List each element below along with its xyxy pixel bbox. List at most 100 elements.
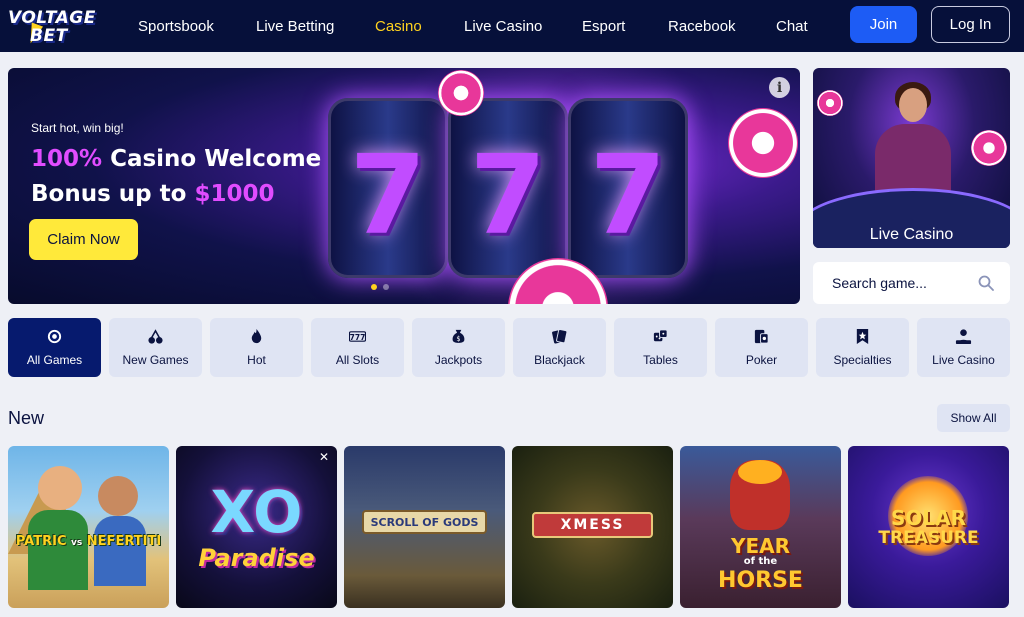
dealer-icon bbox=[955, 329, 972, 345]
category-label: All Games bbox=[26, 353, 83, 367]
category-jackpots[interactable]: $ Jackpots bbox=[412, 318, 505, 377]
bookmark-star-icon bbox=[856, 328, 869, 345]
game-title: TREASURE bbox=[878, 528, 979, 548]
hero-title: 100% Casino Welcome Bonus up to $1000 bbox=[31, 142, 321, 212]
character-head bbox=[38, 466, 82, 510]
game-card-xmess[interactable]: XMESS bbox=[512, 446, 673, 608]
live-casino-label: Live Casino bbox=[869, 226, 954, 243]
svg-text:$: $ bbox=[456, 335, 460, 343]
carousel-dot[interactable] bbox=[383, 284, 389, 290]
category-label: Blackjack bbox=[534, 353, 585, 367]
game-title: NEFERTITI bbox=[86, 534, 162, 549]
info-icon[interactable]: i bbox=[769, 77, 790, 98]
nav-live-betting[interactable]: Live Betting bbox=[256, 18, 334, 35]
game-title: of the bbox=[743, 556, 778, 567]
category-specialties[interactable]: Specialties bbox=[816, 318, 909, 377]
hero-title-mid: Casino Welcome bbox=[102, 146, 322, 172]
category-label: New Games bbox=[122, 353, 189, 367]
login-button[interactable]: Log In bbox=[931, 6, 1010, 43]
nav-esport[interactable]: Esport bbox=[582, 18, 625, 35]
nav-sportsbook[interactable]: Sportsbook bbox=[138, 18, 214, 35]
game-title: SOLAR bbox=[890, 506, 967, 530]
nav-chat[interactable]: Chat bbox=[776, 18, 808, 35]
logo-text-bet: BET bbox=[30, 26, 68, 46]
hero-title-line2: Bonus up to bbox=[31, 181, 195, 207]
category-all-games[interactable]: All Games bbox=[8, 318, 101, 377]
category-new-games[interactable]: New Games bbox=[109, 318, 202, 377]
show-all-button[interactable]: Show All bbox=[937, 404, 1010, 432]
carousel-dot[interactable] bbox=[371, 284, 377, 290]
slot-reel: 7 bbox=[568, 98, 688, 278]
svg-text:777: 777 bbox=[350, 333, 366, 342]
game-card-xo-paradise[interactable]: XO Paradise ✕ bbox=[176, 446, 337, 608]
close-icon: ✕ bbox=[318, 450, 329, 464]
casino-chip-icon bbox=[971, 130, 1007, 166]
category-label: All Slots bbox=[335, 353, 380, 367]
category-tables[interactable]: Tables bbox=[614, 318, 707, 377]
category-label: Specialties bbox=[833, 353, 892, 367]
search-game-input[interactable]: Search game... bbox=[813, 262, 1010, 304]
flame-icon bbox=[251, 328, 262, 344]
cards-icon bbox=[552, 329, 568, 344]
casino-chip-icon bbox=[438, 70, 484, 116]
game-title: HORSE bbox=[718, 568, 803, 593]
dealer-head bbox=[899, 88, 927, 122]
hero-title-pct: 100% bbox=[31, 146, 103, 172]
claim-now-button[interactable]: Claim Now bbox=[29, 219, 138, 260]
money-bag-icon: $ bbox=[452, 329, 465, 343]
game-card-patric-vs-nefertiti[interactable]: PATRIC vs NEFERTITI bbox=[8, 446, 169, 608]
game-card-year-of-the-horse[interactable]: YEAR of the HORSE bbox=[680, 446, 841, 608]
live-casino-card[interactable]: Live Casino bbox=[813, 68, 1010, 248]
category-label: Tables bbox=[643, 353, 678, 367]
seven-symbol: 7 bbox=[469, 131, 547, 259]
category-label: Poker bbox=[745, 353, 778, 367]
seven-symbol: 7 bbox=[349, 131, 427, 259]
game-card-scroll-of-gods[interactable]: SCROLL OF GODS bbox=[344, 446, 505, 608]
nav-casino[interactable]: Casino bbox=[375, 18, 422, 35]
search-icon[interactable] bbox=[978, 275, 994, 291]
casino-chip-icon bbox=[728, 108, 798, 178]
game-title: PATRIC bbox=[15, 534, 67, 549]
game-title: XMESS bbox=[560, 517, 625, 533]
category-label: Hot bbox=[247, 353, 266, 367]
casino-chip-icon bbox=[817, 90, 843, 116]
slot-reel: 7 bbox=[328, 98, 448, 278]
hero-title-amount: $1000 bbox=[194, 181, 275, 207]
slot-reel: 7 bbox=[448, 98, 568, 278]
game-title: XO bbox=[210, 478, 303, 546]
character-body bbox=[94, 516, 146, 586]
search-placeholder: Search game... bbox=[832, 275, 927, 291]
category-label: Live Casino bbox=[932, 353, 995, 367]
game-title: vs bbox=[71, 538, 83, 548]
hero-subtitle: Start hot, win big! bbox=[31, 121, 124, 135]
category-poker[interactable]: Poker bbox=[715, 318, 808, 377]
nav-racebook[interactable]: Racebook bbox=[668, 18, 736, 35]
category-all-slots[interactable]: 777 All Slots bbox=[311, 318, 404, 377]
slots-777-icon: 777 bbox=[349, 331, 366, 342]
category-hot[interactable]: Hot bbox=[210, 318, 303, 377]
dealer-body bbox=[875, 124, 951, 194]
poker-cards-icon bbox=[754, 329, 769, 344]
character-head bbox=[98, 476, 138, 516]
category-blackjack[interactable]: Blackjack bbox=[513, 318, 606, 377]
game-title: SCROLL OF GODS bbox=[370, 516, 479, 529]
category-label: Jackpots bbox=[434, 353, 483, 367]
seven-symbol: 7 bbox=[589, 131, 667, 259]
dice-icon bbox=[653, 329, 668, 342]
horse-mane bbox=[738, 460, 782, 484]
game-title: YEAR bbox=[730, 534, 791, 558]
game-card-solar-treasure[interactable]: SOLAR TREASURE bbox=[848, 446, 1009, 608]
carousel-dots bbox=[371, 284, 389, 290]
all-games-icon bbox=[47, 329, 62, 344]
voltagebet-logo[interactable]: VOLTAGE BET bbox=[6, 6, 96, 48]
top-header: VOLTAGE BET Sportsbook Live Betting Casi… bbox=[0, 0, 1024, 52]
hero-banner[interactable]: 7 7 7 Start hot, win big! 100% Casino We… bbox=[8, 68, 800, 304]
character-body bbox=[28, 510, 88, 590]
cherries-icon bbox=[148, 329, 163, 344]
logo-text-voltage: VOLTAGE bbox=[8, 8, 96, 28]
section-title-new: New bbox=[8, 408, 45, 428]
category-live-casino[interactable]: Live Casino bbox=[917, 318, 1010, 377]
game-title: Paradise bbox=[198, 544, 315, 572]
join-button[interactable]: Join bbox=[850, 6, 917, 43]
nav-live-casino[interactable]: Live Casino bbox=[464, 18, 542, 35]
